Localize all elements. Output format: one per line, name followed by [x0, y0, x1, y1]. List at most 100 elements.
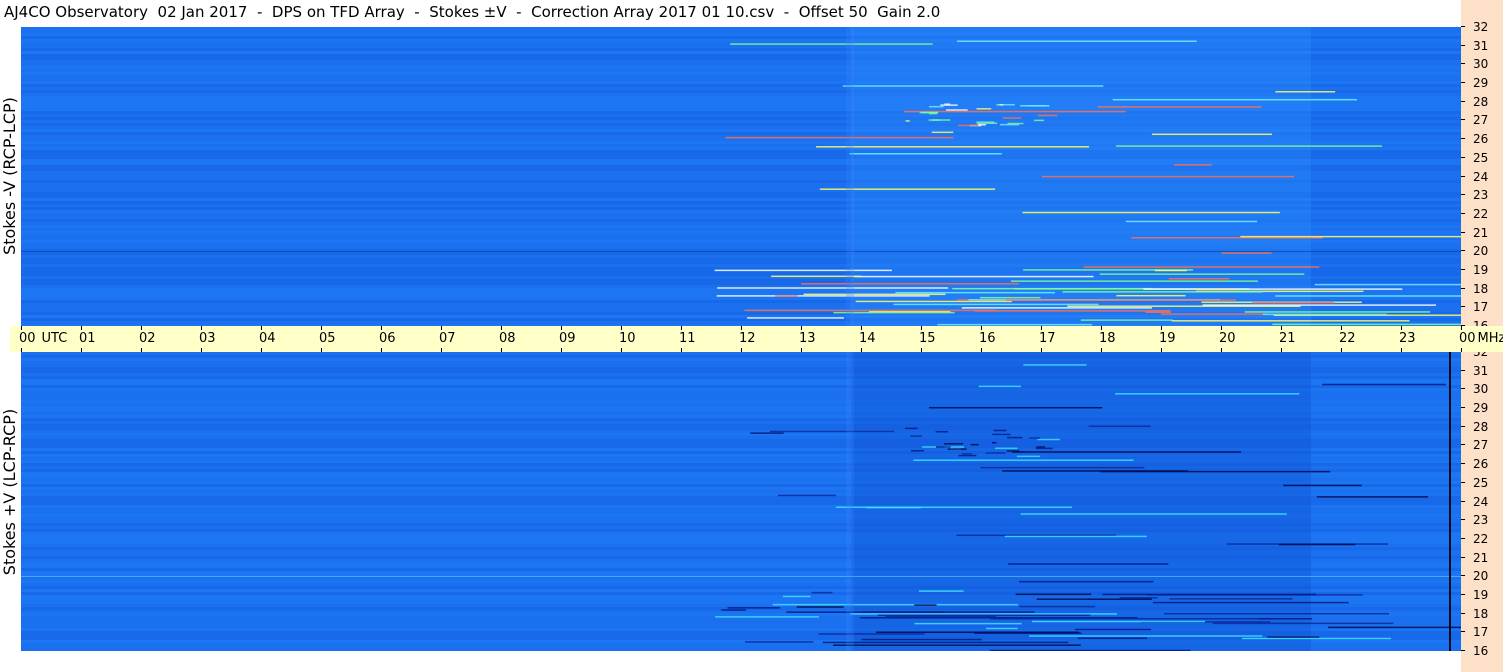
utc-hour-label: 15 [919, 331, 936, 346]
tick-mark [981, 326, 982, 330]
interference-streak [811, 591, 833, 594]
tick-mark [1461, 519, 1465, 521]
interference-streak [1119, 597, 1158, 599]
tick-mark [1461, 175, 1465, 177]
burst-streak [958, 124, 979, 127]
utc-unit-label: UTC [41, 331, 68, 346]
tick-label: 29 [1473, 401, 1489, 416]
tick-label: 20 [1473, 244, 1489, 259]
interference-streak [1116, 145, 1383, 147]
utc-hour-tick: 07 [439, 326, 456, 352]
tick-mark [1461, 369, 1465, 371]
end-marker [1449, 352, 1451, 651]
burst-streak [1007, 436, 1023, 439]
burst-streak [1016, 455, 1041, 458]
tick-mark [681, 326, 682, 330]
burst-streak [992, 433, 1011, 436]
burst-streak [947, 448, 967, 450]
interference-streak [786, 611, 1035, 613]
interference-streak [961, 307, 1152, 309]
interference-streak [1267, 636, 1320, 638]
interference-streak [974, 310, 1171, 312]
utc-hour-label: 16 [979, 331, 996, 346]
tick-label: 22 [1473, 531, 1489, 546]
interference-streak [1252, 301, 1335, 304]
utc-hour-tick: 00 UTC [19, 326, 68, 352]
interference-streak [1099, 273, 1305, 275]
interference-streak [1212, 622, 1394, 625]
frequency-axis-bottom: 32 31 30 29 28 27 26 25 24 23 22 21 20 19 18 17 16 [1461, 346, 1503, 657]
interference-streak [928, 406, 1103, 409]
burst-streak [976, 122, 998, 125]
tick-label: 19 [1473, 587, 1489, 602]
tick-mark [21, 326, 22, 330]
tick-mark [261, 326, 262, 330]
tick-mark [1461, 306, 1465, 308]
burst-streak [958, 454, 977, 457]
utc-hour-tick: 13 [799, 326, 816, 352]
burst-streak [991, 441, 997, 444]
utc-hour-label: 19 [1159, 331, 1176, 346]
interference-streak [861, 638, 982, 641]
interference-streak [914, 604, 937, 606]
tick-label: 17 [1473, 300, 1489, 315]
interference-streak [914, 622, 1022, 625]
spectrogram-top [21, 27, 1461, 326]
burst-streak [944, 103, 951, 105]
interference-streak [989, 649, 1191, 651]
utc-hour-label: 09 [559, 331, 576, 346]
utc-hour-tick: 10 [619, 326, 636, 352]
tick-mark [1101, 326, 1102, 330]
tick-label: 26 [1473, 457, 1489, 472]
interference-streak [1102, 593, 1317, 596]
tick-mark [921, 326, 922, 330]
interference-streak [1031, 620, 1206, 623]
tick-mark [1461, 156, 1465, 158]
interference-streak [730, 43, 933, 45]
utc-hour-tick: 21 [1279, 326, 1296, 352]
interference-streak [1023, 364, 1087, 366]
interference-streak [1145, 311, 1171, 314]
tick-label: 24 [1473, 494, 1489, 509]
interference-streak [1244, 311, 1431, 313]
tick-mark [921, 348, 922, 352]
tick-mark [681, 348, 682, 352]
interference-streak [803, 293, 946, 296]
interference-streak [854, 275, 1094, 278]
interference-streak [1002, 470, 1189, 472]
burst-streak [1037, 438, 1060, 441]
interference-streak [1012, 451, 1241, 453]
utc-hour-tick: 14 [859, 326, 876, 352]
interference-streak [1241, 637, 1392, 640]
tick-mark [1461, 231, 1465, 233]
interference-streak [849, 153, 1002, 155]
tick-mark [141, 326, 142, 330]
tick-label: 18 [1473, 606, 1489, 621]
interference-streak [1116, 294, 1186, 297]
tick-mark [621, 326, 622, 330]
interference-streak [747, 317, 844, 319]
interference-streak [818, 633, 925, 635]
interference-streak [717, 287, 949, 289]
interference-streak [1262, 313, 1387, 316]
burst-streak [922, 446, 937, 448]
tick-label: 25 [1473, 150, 1489, 165]
burst-streak [985, 452, 1006, 454]
tick-mark [1221, 326, 1222, 330]
interference-streak [980, 466, 1145, 469]
tick-mark [1461, 556, 1465, 558]
tick-label: 24 [1473, 169, 1489, 184]
interference-streak [957, 40, 1197, 43]
utc-hour-label: 03 [199, 331, 216, 346]
utc-hour-label: 20 [1219, 331, 1236, 346]
burst-streak [996, 103, 1015, 106]
interference-streak [727, 607, 780, 609]
interference-streak [877, 614, 1091, 616]
tick-mark [1221, 348, 1222, 352]
seam [846, 27, 854, 326]
burst-streak [1002, 117, 1022, 119]
utc-hour-label: 07 [439, 331, 456, 346]
interference-streak [714, 269, 892, 272]
interference-streak [816, 146, 1090, 148]
utc-hour-tick: 05 [319, 326, 336, 352]
